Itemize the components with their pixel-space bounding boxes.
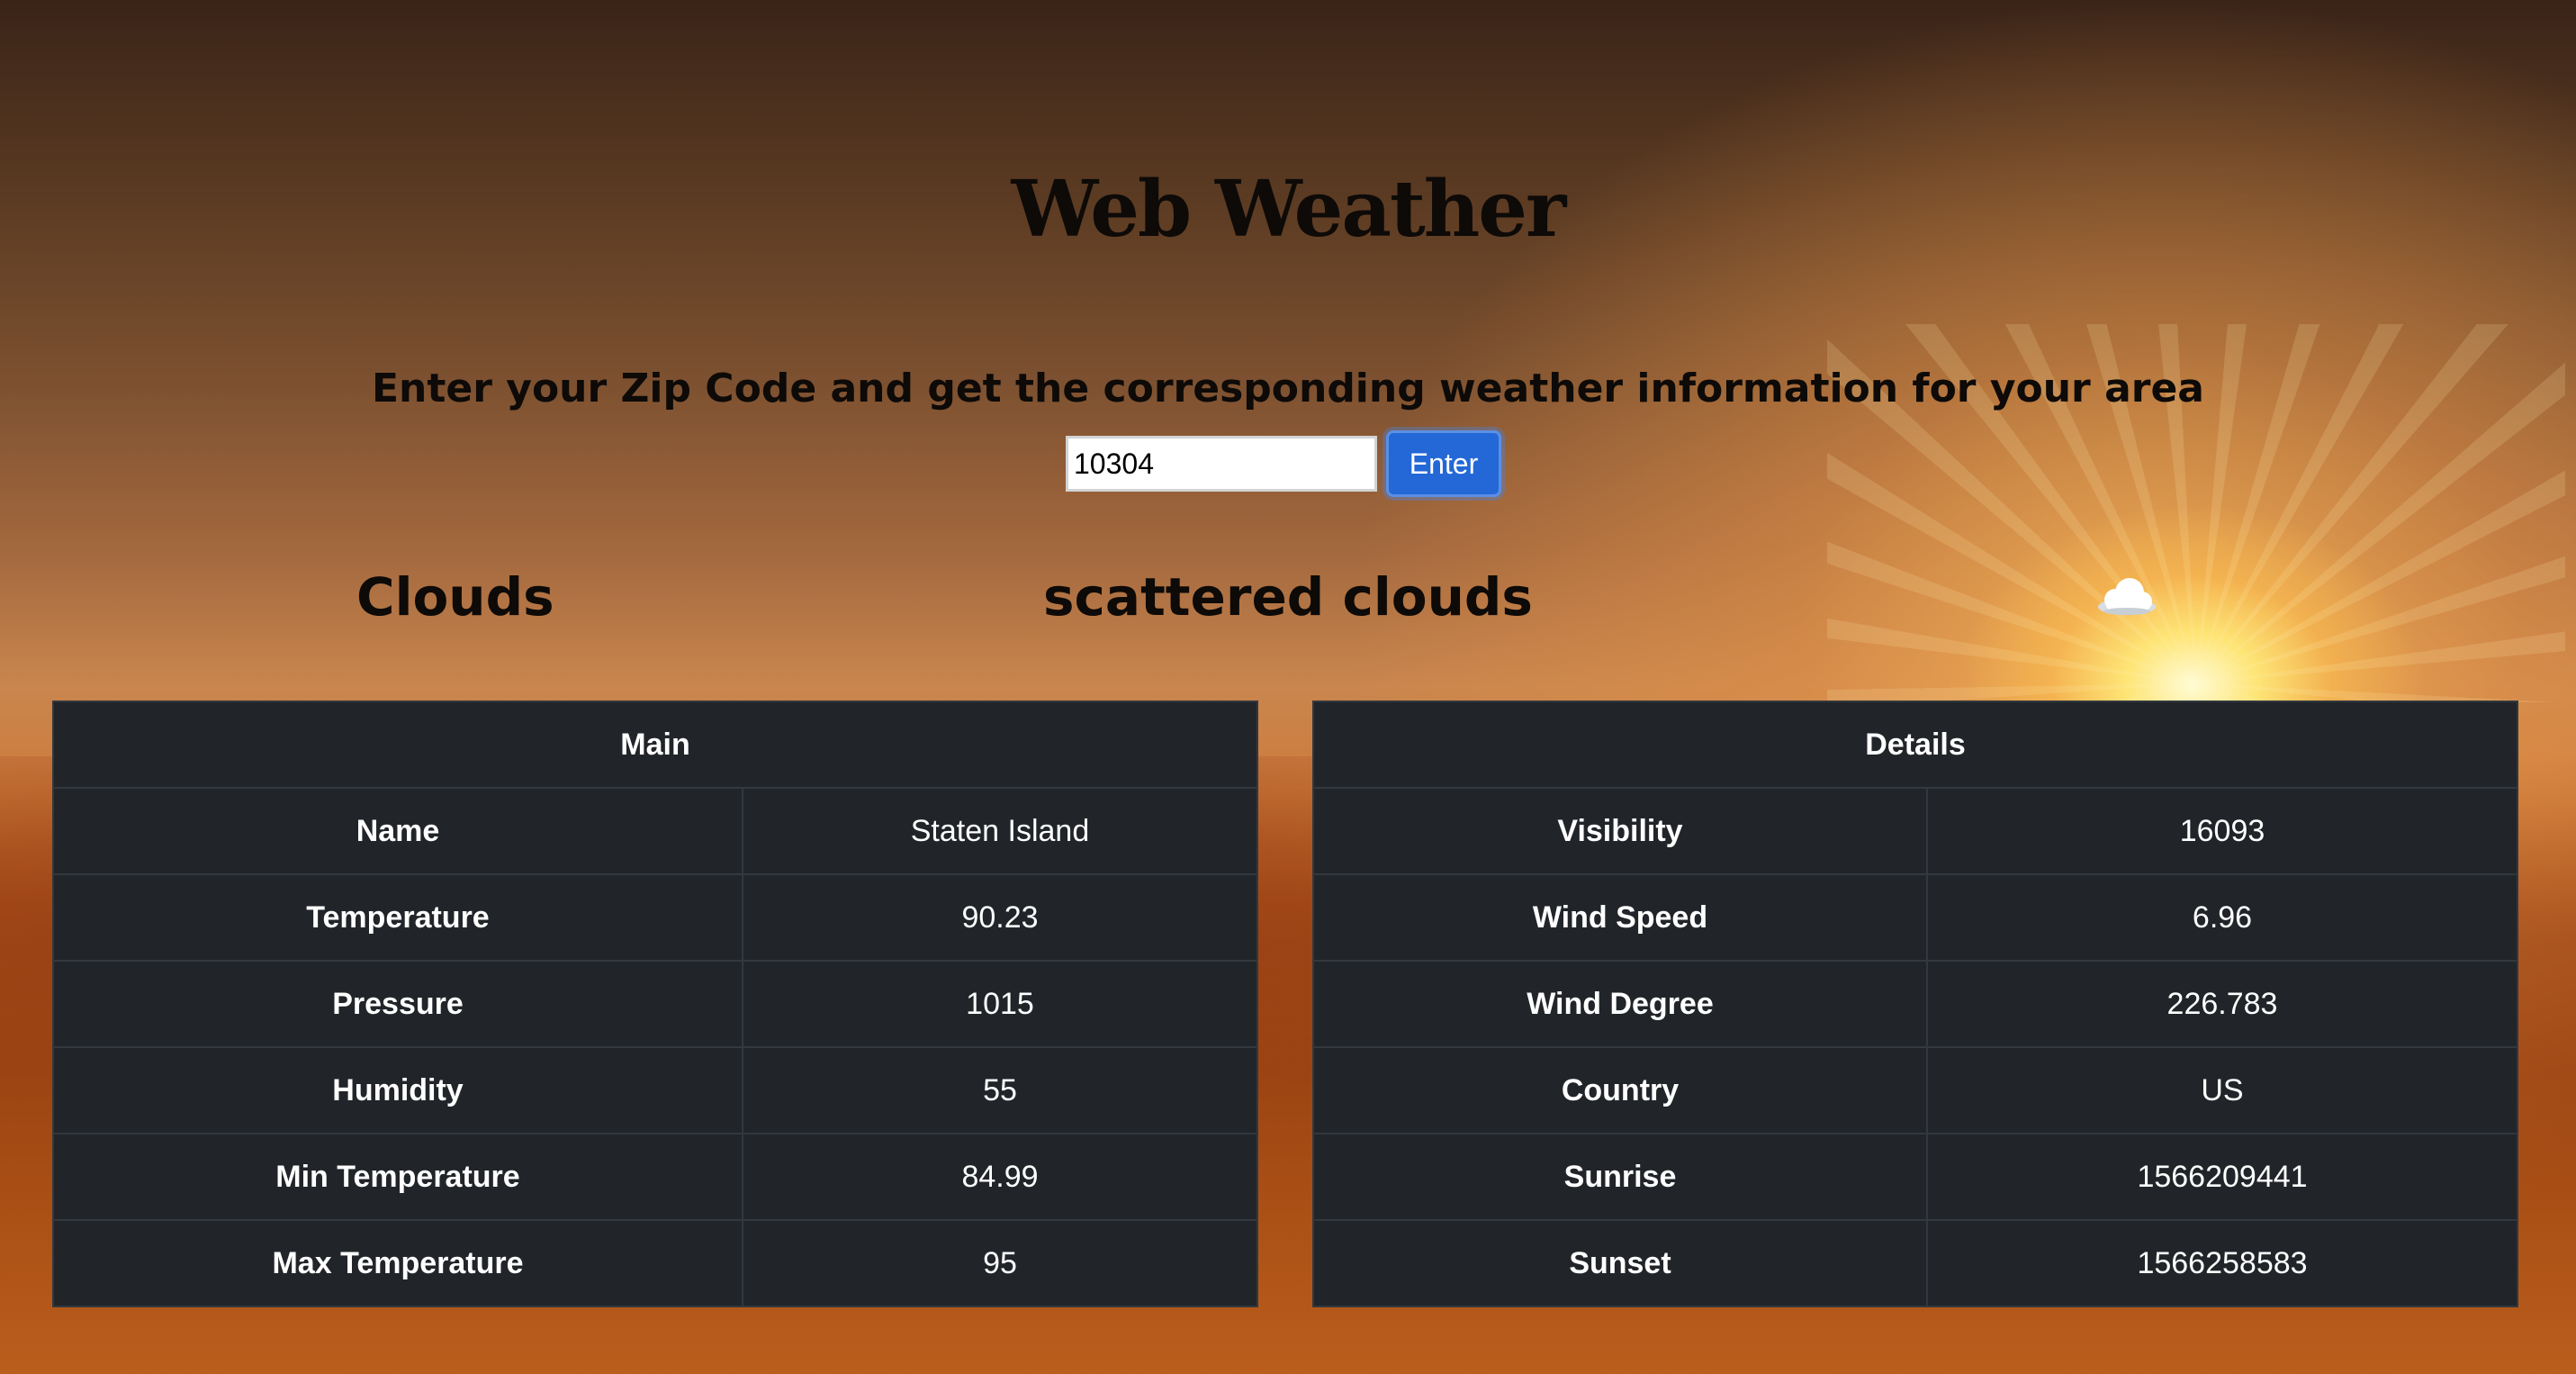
row-value: 84.99 [742,1133,1258,1221]
row-value: 6.96 [1926,873,2518,962]
table-row: Temperature 90.23 [52,873,1258,962]
row-value: 55 [742,1046,1258,1134]
table-row: Name Staten Island [52,787,1258,875]
table-row: Sunrise 1566209441 [1312,1133,2518,1221]
row-label: Sunset [1312,1219,1928,1307]
row-value: Staten Island [742,787,1258,875]
row-value: 1566258583 [1926,1219,2518,1307]
row-value: 1015 [742,960,1258,1048]
zip-code-form: Enter [1066,430,1501,497]
zip-code-input[interactable] [1066,436,1377,492]
row-label: Min Temperature [52,1133,743,1221]
table-row: Sunset 1566258583 [1312,1219,2518,1307]
page-title: Web Weather [1011,164,1567,255]
table-row: Country US [1312,1046,2518,1134]
row-value: 16093 [1926,787,2518,875]
enter-button[interactable]: Enter [1386,430,1501,497]
row-value: 226.783 [1926,960,2518,1048]
page-subtitle: Enter your Zip Code and get the correspo… [371,366,2204,411]
details-weather-table: Details Visibility 16093 Wind Speed 6.96… [1312,701,2518,1307]
row-label: Humidity [52,1046,743,1134]
row-label: Temperature [52,873,743,962]
weather-description: scattered clouds [1043,566,1533,628]
row-label: Max Temperature [52,1219,743,1307]
row-label: Country [1312,1046,1928,1134]
table-row: Wind Degree 226.783 [1312,960,2518,1048]
row-label: Visibility [1312,787,1928,875]
row-value: 1566209441 [1926,1133,2518,1221]
table-header-row: Details [1312,701,2518,789]
table-row: Visibility 16093 [1312,787,2518,875]
row-value: 95 [742,1219,1258,1307]
main-table-header: Main [52,701,1258,789]
row-label: Wind Degree [1312,960,1928,1048]
row-label: Wind Speed [1312,873,1928,962]
table-row: Pressure 1015 [52,960,1258,1048]
main-weather-table: Main Name Staten Island Temperature 90.2… [52,701,1258,1307]
table-row: Humidity 55 [52,1046,1258,1134]
table-row: Min Temperature 84.99 [52,1133,1258,1221]
table-header-row: Main [52,701,1258,789]
cloud-icon [2098,578,2156,615]
row-value: 90.23 [742,873,1258,962]
details-table-header: Details [1312,701,2518,789]
row-label: Pressure [52,960,743,1048]
table-row: Max Temperature 95 [52,1219,1258,1307]
row-value: US [1926,1046,2518,1134]
weather-condition-row: Clouds scattered clouds [0,565,2576,628]
table-row: Wind Speed 6.96 [1312,873,2518,962]
row-label: Name [52,787,743,875]
row-label: Sunrise [1312,1133,1928,1221]
